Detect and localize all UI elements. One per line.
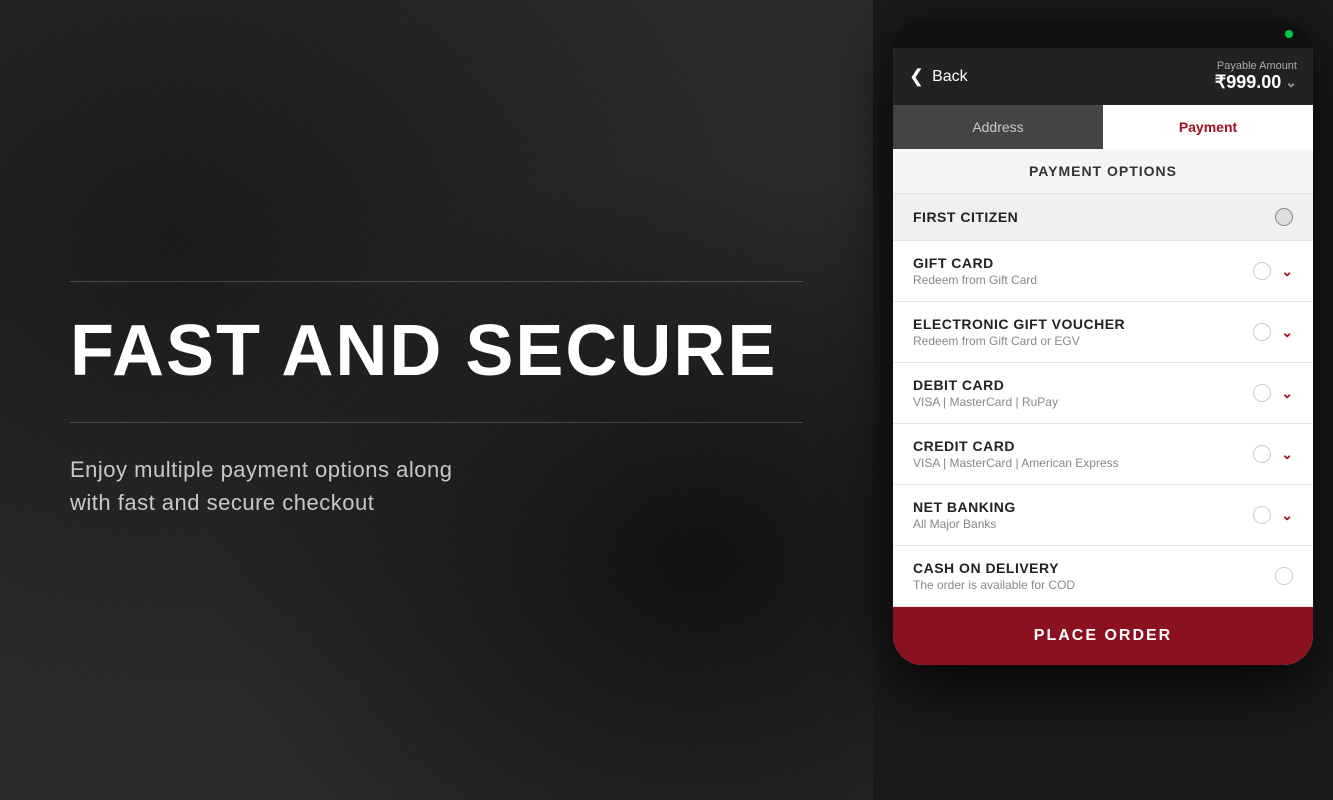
gift-card-controls: ⌄: [1253, 262, 1293, 280]
first-citizen-title: FIRST CITIZEN: [913, 209, 1275, 225]
place-order-button[interactable]: PLACE ORDER: [893, 607, 1313, 665]
payable-amount: ₹999.00 ⌄: [1215, 72, 1297, 93]
debit-card-subtitle: VISA | MasterCard | RuPay: [913, 395, 1253, 409]
credit-card-subtitle: VISA | MasterCard | American Express: [913, 456, 1253, 470]
amount-value: ₹999.00: [1215, 72, 1282, 93]
hero-title: FAST AND SECURE: [70, 312, 803, 391]
egv-chevron-icon[interactable]: ⌄: [1281, 324, 1293, 341]
credit-card-title: CREDIT CARD: [913, 438, 1253, 454]
phone-mockup: ❮ Back Payable Amount ₹999.00 ⌄ Address: [893, 20, 1313, 665]
net-banking-info: NET BANKING All Major Banks: [913, 499, 1253, 531]
cod-radio[interactable]: [1275, 567, 1293, 585]
gift-card-radio[interactable]: [1253, 262, 1271, 280]
debit-card-controls: ⌄: [1253, 384, 1293, 402]
debit-card-title: DEBIT CARD: [913, 377, 1253, 393]
cod-controls: [1275, 567, 1293, 585]
hero-subtitle: Enjoy multiple payment options alongwith…: [70, 453, 803, 519]
tab-address[interactable]: Address: [893, 105, 1103, 149]
first-citizen-info: FIRST CITIZEN: [913, 209, 1275, 225]
gift-card-chevron-icon[interactable]: ⌄: [1281, 263, 1293, 280]
back-label: Back: [932, 68, 968, 86]
amount-chevron-icon[interactable]: ⌄: [1285, 74, 1297, 91]
place-order-label: PLACE ORDER: [1034, 627, 1172, 644]
net-banking-controls: ⌄: [1253, 506, 1293, 524]
payment-item-debit-card[interactable]: DEBIT CARD VISA | MasterCard | RuPay ⌄: [893, 363, 1313, 424]
phone-top-bar: [893, 20, 1313, 48]
credit-card-chevron-icon[interactable]: ⌄: [1281, 446, 1293, 463]
net-banking-radio[interactable]: [1253, 506, 1271, 524]
gift-card-info: GIFT CARD Redeem from Gift Card: [913, 255, 1253, 287]
debit-card-info: DEBIT CARD VISA | MasterCard | RuPay: [913, 377, 1253, 409]
tab-payment[interactable]: Payment: [1103, 105, 1313, 149]
payment-item-first-citizen[interactable]: FIRST CITIZEN: [893, 194, 1313, 241]
egv-radio[interactable]: [1253, 323, 1271, 341]
payment-item-cod[interactable]: CASH ON DELIVERY The order is available …: [893, 546, 1313, 607]
egv-subtitle: Redeem from Gift Card or EGV: [913, 334, 1253, 348]
gift-card-subtitle: Redeem from Gift Card: [913, 273, 1253, 287]
first-citizen-radio[interactable]: [1275, 208, 1293, 226]
egv-title: ELECTRONIC GIFT VOUCHER: [913, 316, 1253, 332]
cod-title: CASH ON DELIVERY: [913, 560, 1275, 576]
credit-card-info: CREDIT CARD VISA | MasterCard | American…: [913, 438, 1253, 470]
credit-card-radio[interactable]: [1253, 445, 1271, 463]
back-chevron-icon: ❮: [909, 66, 924, 87]
cod-info: CASH ON DELIVERY The order is available …: [913, 560, 1275, 592]
debit-card-chevron-icon[interactable]: ⌄: [1281, 385, 1293, 402]
payment-item-egv[interactable]: ELECTRONIC GIFT VOUCHER Redeem from Gift…: [893, 302, 1313, 363]
net-banking-subtitle: All Major Banks: [913, 517, 1253, 531]
payment-item-credit-card[interactable]: CREDIT CARD VISA | MasterCard | American…: [893, 424, 1313, 485]
app-tabs: Address Payment: [893, 105, 1313, 149]
bottom-divider: [70, 422, 803, 423]
net-banking-chevron-icon[interactable]: ⌄: [1281, 507, 1293, 524]
first-citizen-controls: [1275, 208, 1293, 226]
debit-card-radio[interactable]: [1253, 384, 1271, 402]
net-banking-title: NET BANKING: [913, 499, 1253, 515]
credit-card-controls: ⌄: [1253, 445, 1293, 463]
top-divider: [70, 281, 803, 282]
cod-subtitle: The order is available for COD: [913, 578, 1275, 592]
app-content: ❮ Back Payable Amount ₹999.00 ⌄ Address: [893, 48, 1313, 665]
status-indicator: [1285, 30, 1293, 38]
egv-controls: ⌄: [1253, 323, 1293, 341]
payable-section: Payable Amount ₹999.00 ⌄: [1215, 60, 1297, 93]
right-panel: ❮ Back Payable Amount ₹999.00 ⌄ Address: [873, 0, 1333, 800]
payment-item-net-banking[interactable]: NET BANKING All Major Banks ⌄: [893, 485, 1313, 546]
payable-label: Payable Amount: [1215, 60, 1297, 72]
left-panel: FAST AND SECURE Enjoy multiple payment o…: [0, 0, 873, 800]
app-header: ❮ Back Payable Amount ₹999.00 ⌄: [893, 48, 1313, 105]
egv-info: ELECTRONIC GIFT VOUCHER Redeem from Gift…: [913, 316, 1253, 348]
back-button[interactable]: ❮ Back: [909, 66, 968, 87]
payment-item-gift-card[interactable]: GIFT CARD Redeem from Gift Card ⌄: [893, 241, 1313, 302]
gift-card-title: GIFT CARD: [913, 255, 1253, 271]
payment-options-header: PAYMENT OPTIONS: [893, 149, 1313, 194]
